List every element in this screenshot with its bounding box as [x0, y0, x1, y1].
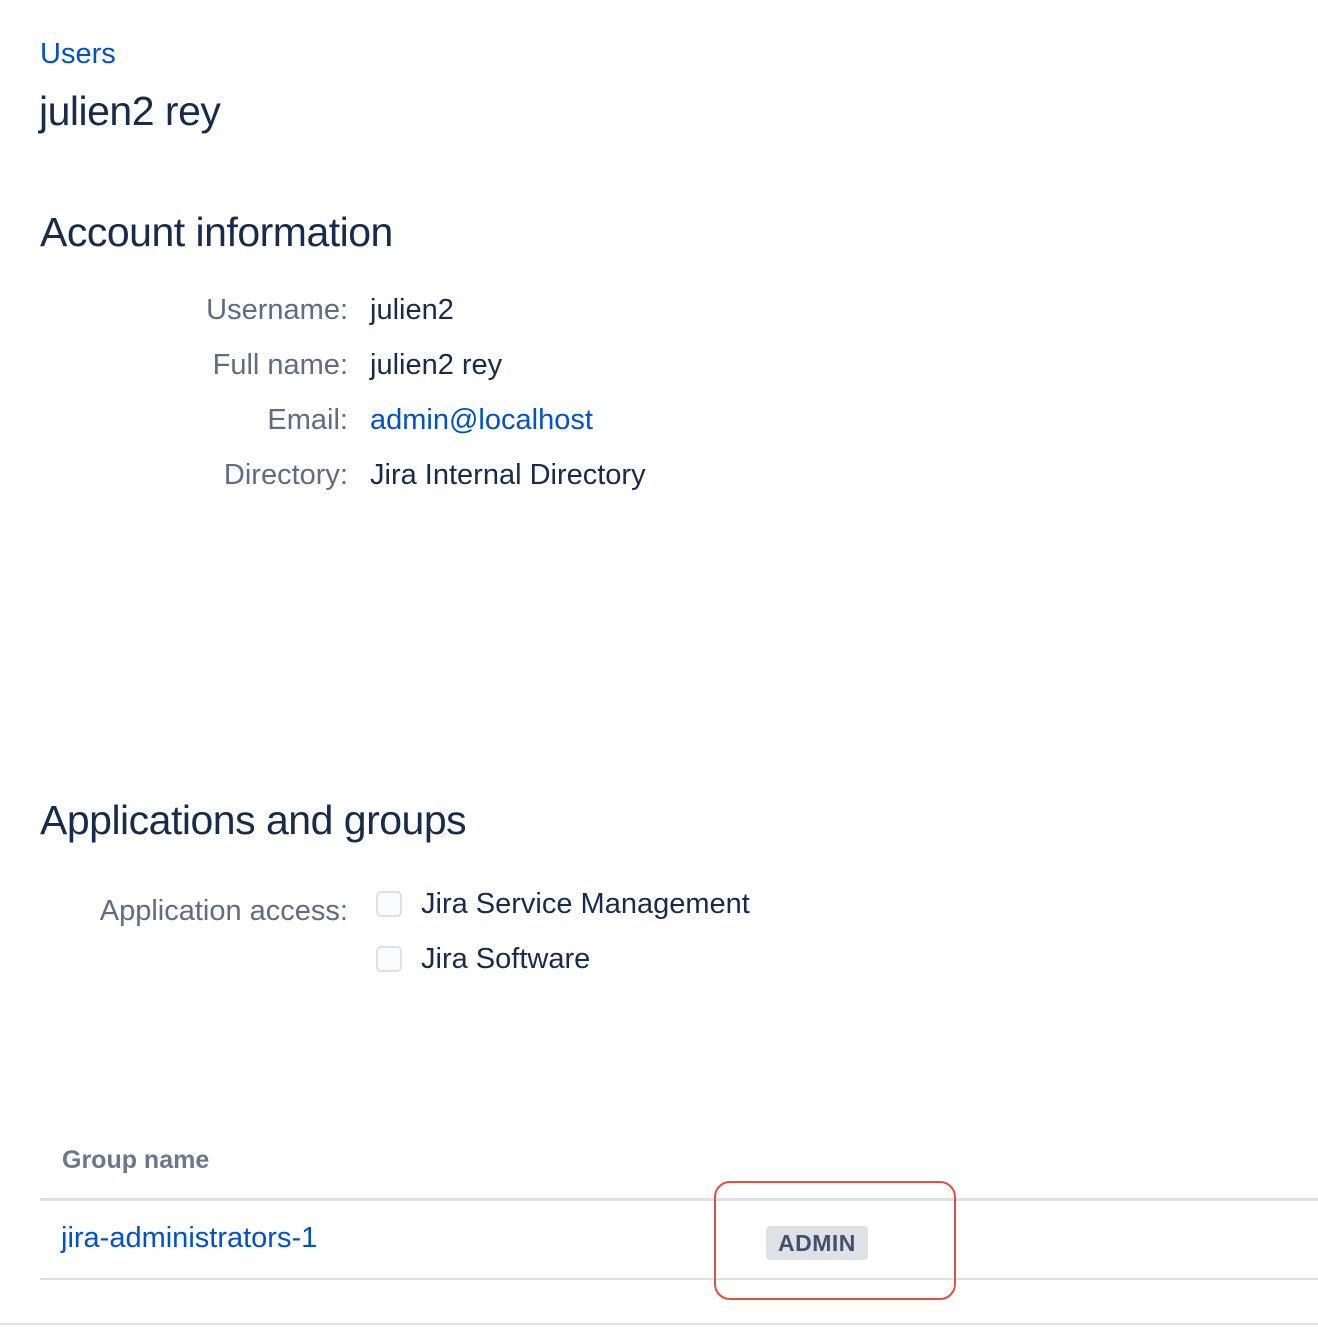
- jira-service-management-checkbox[interactable]: [376, 891, 402, 917]
- full-name-label: Full name:: [212, 348, 348, 381]
- app-option-jira-service-management[interactable]: Jira Service Management: [376, 884, 750, 924]
- applications-and-groups-heading: Applications and groups: [40, 797, 467, 843]
- group-name-link[interactable]: jira-administrators-1: [61, 1222, 317, 1255]
- directory-value: Jira Internal Directory: [370, 458, 646, 491]
- email-row: Email: admin@localhost: [0, 400, 593, 440]
- bottom-divider: [0, 1323, 1318, 1325]
- table-row: jira-administrators-1 ADMIN: [40, 1201, 1318, 1280]
- jira-software-label: Jira Software: [421, 942, 591, 975]
- email-label: Email:: [267, 403, 348, 436]
- account-information-heading: Account information: [40, 209, 393, 255]
- jira-software-checkbox[interactable]: [376, 946, 402, 972]
- jira-service-management-label: Jira Service Management: [421, 887, 750, 920]
- full-name-row: Full name: julien2 rey: [0, 345, 503, 385]
- groups-table-header: Group name: [40, 1140, 1318, 1201]
- email-link[interactable]: admin@localhost: [370, 404, 593, 437]
- admin-badge-highlight-annotation: [714, 1181, 956, 1300]
- user-details-page: Users julien2 rey Account information Us…: [0, 0, 1318, 1328]
- page-title: julien2 rey: [39, 88, 221, 134]
- full-name-value: julien2 rey: [370, 348, 503, 381]
- directory-row: Directory: Jira Internal Directory: [0, 455, 646, 495]
- application-access-label: Application access:: [99, 895, 348, 927]
- breadcrumb-users-link[interactable]: Users: [40, 38, 116, 71]
- groups-table: Group name jira-administrators-1 ADMIN: [40, 1140, 1318, 1280]
- group-name-column-header: Group name: [62, 1146, 210, 1174]
- directory-label: Directory:: [223, 458, 348, 491]
- username-value: julien2: [370, 293, 454, 326]
- app-option-jira-software[interactable]: Jira Software: [376, 939, 590, 979]
- username-label: Username:: [206, 293, 348, 326]
- username-row: Username: julien2: [0, 290, 454, 330]
